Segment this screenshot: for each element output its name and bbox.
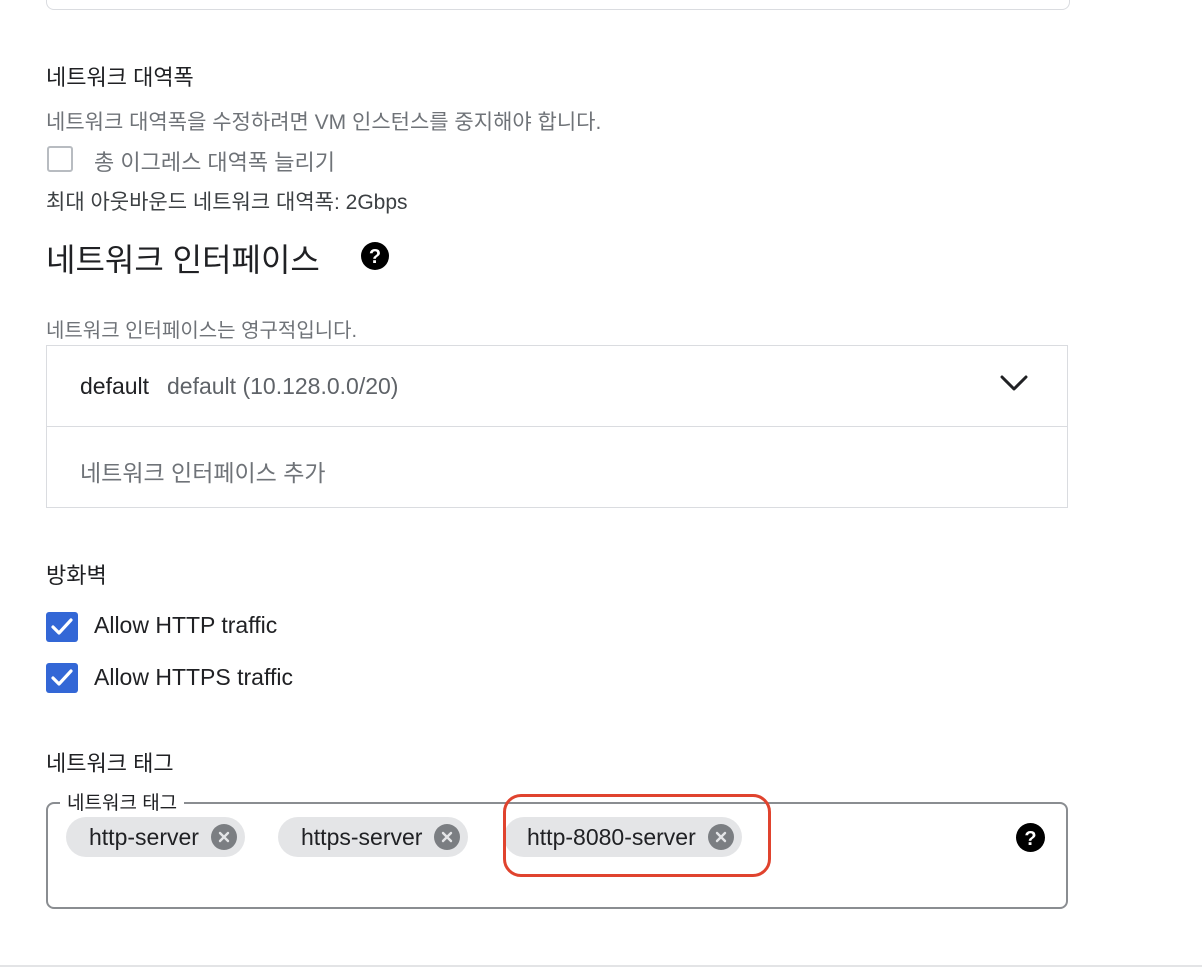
- network-interfaces-list: default default (10.128.0.0/20) 네트워크 인터페…: [46, 345, 1068, 508]
- allow-https-checkbox[interactable]: [46, 663, 78, 693]
- check-icon: [51, 618, 73, 635]
- check-icon: [51, 669, 73, 686]
- bandwidth-heading: 네트워크 대역폭: [46, 65, 194, 90]
- egress-bandwidth-checkbox[interactable]: [47, 146, 73, 172]
- cancel-circle-icon[interactable]: [434, 824, 461, 850]
- previous-section-card: [46, 0, 1070, 10]
- tag-chip-label: https-server: [301, 823, 423, 850]
- add-network-interface-row[interactable]: 네트워크 인터페이스 추가: [47, 427, 1067, 508]
- cancel-circle-icon[interactable]: [210, 824, 237, 850]
- allow-http-label[interactable]: Allow HTTP traffic: [94, 612, 277, 639]
- interface-name: default: [80, 373, 150, 399]
- network-tags-field-label: 네트워크 태그: [60, 788, 185, 815]
- allow-https-label[interactable]: Allow HTTPS traffic: [94, 664, 293, 691]
- allow-http-checkbox[interactable]: [46, 612, 78, 642]
- network-tags-heading: 네트워크 태그: [46, 751, 174, 776]
- tag-chip-label: http-server: [89, 823, 199, 850]
- add-network-interface-label[interactable]: 네트워크 인터페이스 추가: [80, 454, 326, 488]
- highlight-annotation: [503, 794, 771, 877]
- interface-detail: default (10.128.0.0/20): [167, 373, 399, 399]
- firewall-heading: 방화벽: [46, 563, 107, 588]
- chevron-down-icon[interactable]: [999, 373, 1029, 398]
- network-interfaces-helper: 네트워크 인터페이스는 영구적입니다.: [46, 320, 358, 342]
- tag-chip: http-server: [66, 817, 245, 857]
- max-outbound-bandwidth: 최대 아웃바운드 네트워크 대역폭: 2Gbps: [46, 191, 408, 214]
- egress-bandwidth-label[interactable]: 총 이그레스 대역폭 늘리기: [94, 145, 335, 177]
- network-interfaces-title: 네트워크 인터페이스: [46, 242, 320, 278]
- help-circle-icon[interactable]: ?: [1016, 823, 1045, 852]
- network-interface-row[interactable]: default default (10.128.0.0/20): [47, 346, 1067, 427]
- divider: [0, 965, 1202, 967]
- tag-chip: https-server: [278, 817, 469, 857]
- svg-text:?: ?: [369, 246, 381, 268]
- svg-text:?: ?: [1024, 828, 1036, 850]
- help-circle-icon[interactable]: ?: [361, 242, 389, 270]
- bandwidth-helper-text: 네트워크 대역폭을 수정하려면 VM 인스턴스를 중지해야 합니다.: [46, 111, 602, 134]
